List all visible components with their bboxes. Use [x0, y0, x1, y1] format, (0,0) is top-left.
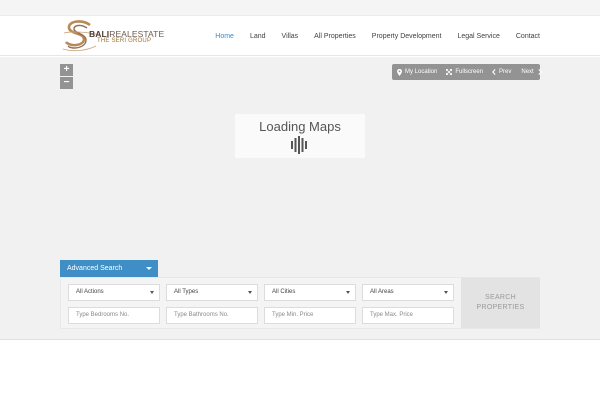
top-bar: [0, 0, 600, 16]
cities-dropdown[interactable]: All Cities: [264, 284, 356, 301]
types-dropdown-value: All Types: [174, 289, 199, 295]
chevron-left-icon: [492, 69, 496, 75]
loading-bars-icon: [291, 136, 307, 154]
caret-down-icon: [150, 291, 154, 294]
chevron-right-icon: [538, 69, 542, 75]
nav-item-contact[interactable]: Contact: [516, 32, 540, 41]
areas-dropdown-value: All Areas: [370, 289, 394, 295]
types-dropdown[interactable]: All Types: [166, 284, 258, 301]
min-price-input[interactable]: Type Min. Price: [264, 307, 356, 324]
page: BALIREALESTATE THE SERI GROUP Home Land …: [0, 0, 600, 400]
prev-button[interactable]: Prev: [492, 69, 511, 75]
nav-item-all-properties[interactable]: All Properties: [314, 32, 356, 41]
advanced-search-panel: All Actions All Types All Cities All Are…: [60, 277, 540, 329]
caret-down-icon: [146, 267, 152, 270]
search-button-line2: PROPERTIES: [476, 304, 525, 311]
nav-item-legal-service[interactable]: Legal Service: [457, 32, 499, 41]
map-toolbar: My Location Fullscreen Prev Next: [392, 64, 542, 80]
advanced-search-label: Advanced Search: [67, 265, 123, 272]
bathrooms-input[interactable]: Type Bathrooms No.: [166, 307, 258, 324]
search-button-line1: SEARCH: [485, 294, 516, 301]
nav-item-land[interactable]: Land: [250, 32, 266, 41]
actions-dropdown[interactable]: All Actions: [68, 284, 160, 301]
map-marker-icon: [397, 68, 402, 76]
nav-item-villas[interactable]: Villas: [282, 32, 299, 41]
fullscreen-label: Fullscreen: [455, 69, 484, 75]
bedrooms-input[interactable]: Type Bedrooms No.: [68, 307, 160, 324]
nav-item-property-development[interactable]: Property Development: [372, 32, 442, 41]
caret-down-icon: [248, 291, 252, 294]
prev-label: Prev: [499, 69, 512, 75]
logo-tagline: THE SERI GROUP: [97, 38, 152, 44]
my-location-label: My Location: [405, 69, 438, 75]
caret-down-icon: [346, 291, 350, 294]
nav-item-home[interactable]: Home: [215, 32, 234, 41]
my-location-button[interactable]: My Location: [397, 68, 438, 76]
zoom-out-button[interactable]: −: [60, 77, 73, 89]
expand-icon: [446, 69, 453, 75]
loading-text: Loading Maps: [259, 119, 341, 134]
map-loading-indicator: Loading Maps: [235, 114, 365, 158]
main-nav: Home Land Villas All Properties Property…: [199, 32, 540, 41]
cities-dropdown-value: All Cities: [272, 289, 296, 295]
section-divider: [0, 339, 600, 340]
zoom-in-button[interactable]: +: [60, 64, 73, 76]
areas-dropdown[interactable]: All Areas: [362, 284, 454, 301]
search-properties-button[interactable]: SEARCH PROPERTIES: [461, 278, 540, 328]
next-label: Next: [521, 69, 534, 75]
site-logo[interactable]: BALIREALESTATE THE SERI GROUP: [62, 19, 174, 55]
next-button[interactable]: Next: [521, 69, 542, 75]
max-price-input[interactable]: Type Max. Price: [362, 307, 454, 324]
caret-down-icon: [444, 291, 448, 294]
actions-dropdown-value: All Actions: [76, 289, 104, 295]
site-header: BALIREALESTATE THE SERI GROUP Home Land …: [0, 16, 600, 56]
advanced-search-tab[interactable]: Advanced Search: [60, 260, 158, 277]
fullscreen-button[interactable]: Fullscreen: [446, 69, 483, 75]
